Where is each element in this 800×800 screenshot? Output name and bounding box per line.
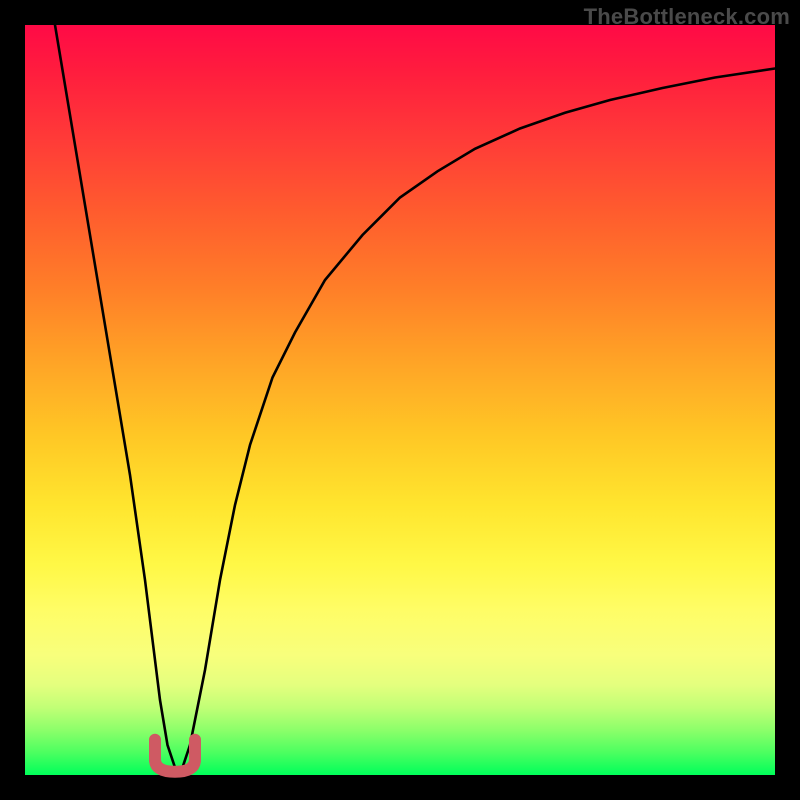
bottleneck-curve [55, 25, 775, 768]
chart-overlay [25, 25, 775, 775]
watermark-text: TheBottleneck.com [584, 4, 790, 30]
valley-marker [155, 740, 195, 772]
chart-frame: TheBottleneck.com [0, 0, 800, 800]
